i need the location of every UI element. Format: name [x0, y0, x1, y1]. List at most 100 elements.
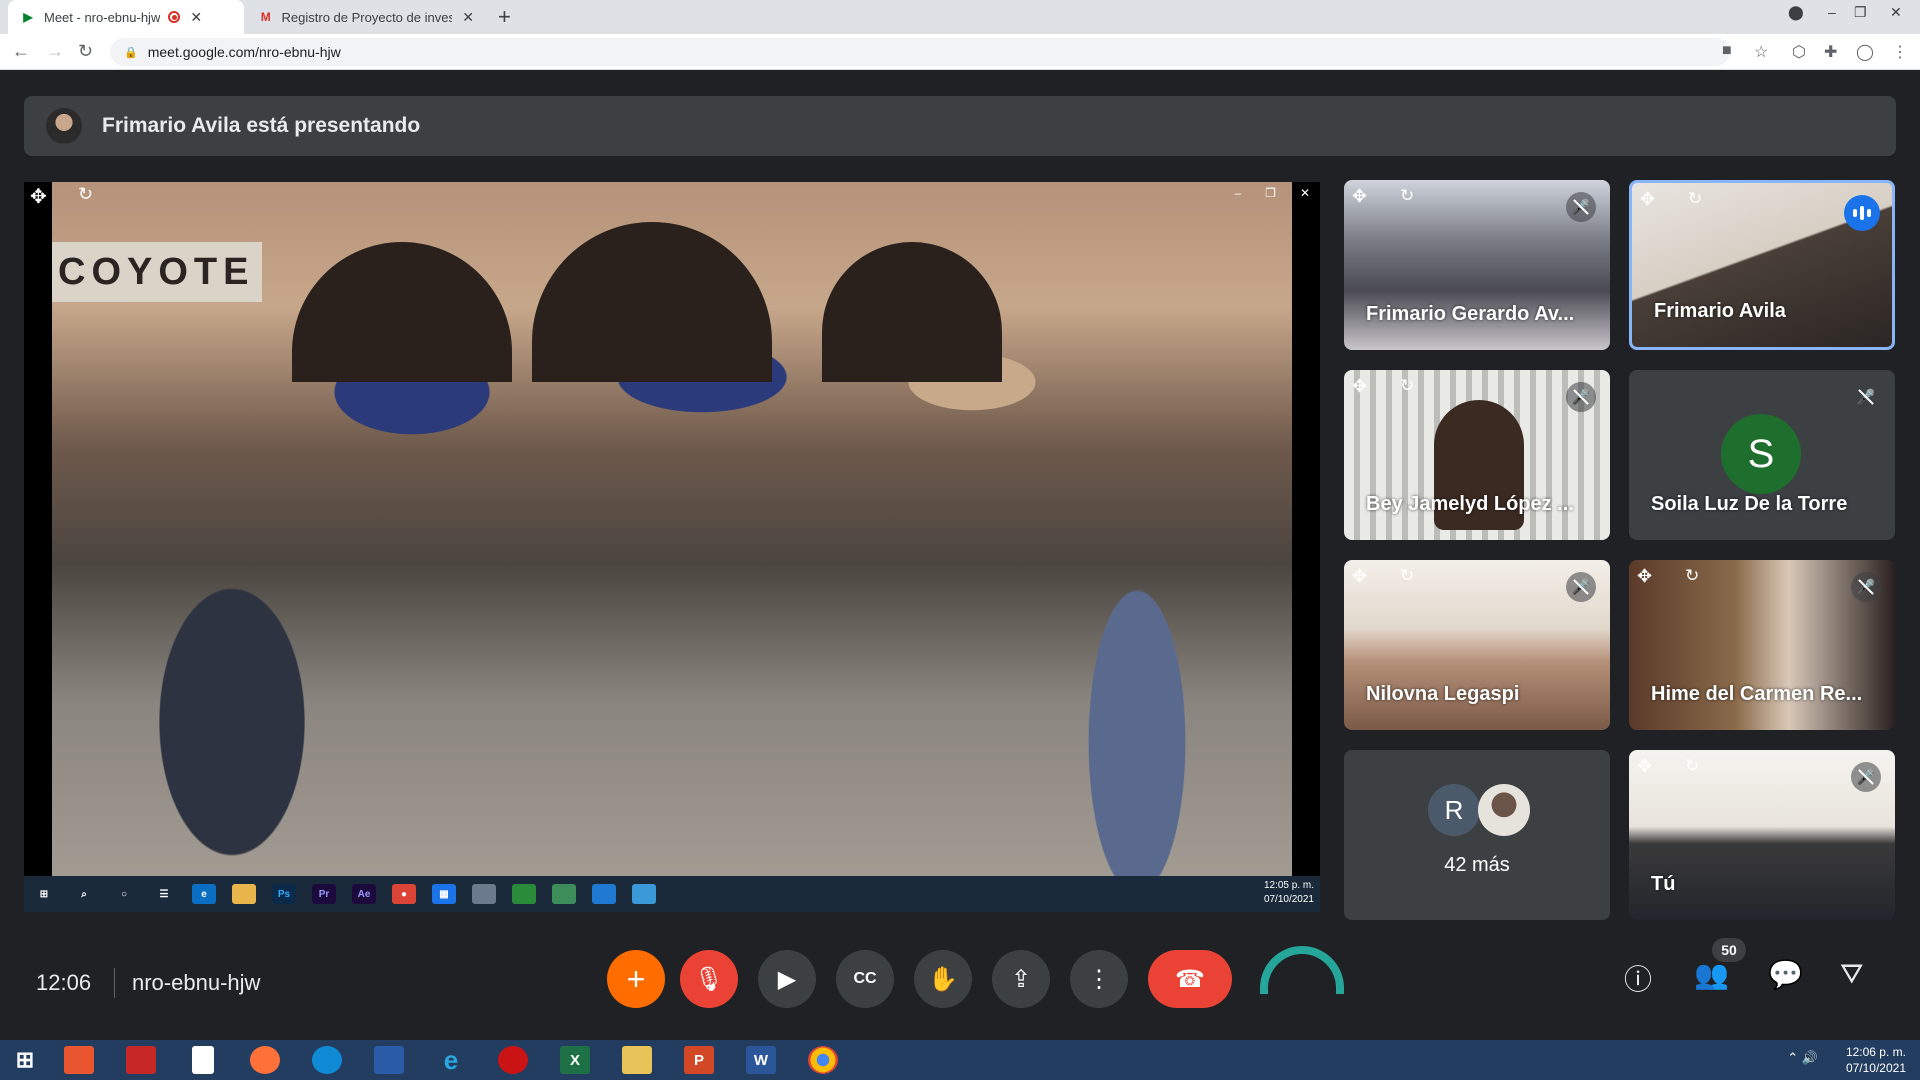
close-icon[interactable]: ✕ — [1300, 186, 1310, 200]
mic-toggle-button[interactable]: 🎙 — [680, 950, 738, 1008]
extensions-puzzle-icon[interactable]: ✚ — [1824, 42, 1837, 62]
participant-tile[interactable]: ✥ ↻ 🎤 Hime del Carmen Re... — [1629, 560, 1895, 730]
firefox-icon[interactable] — [250, 1046, 280, 1074]
more-vert-icon: ⋮ — [1087, 965, 1111, 993]
participant-tile[interactable]: ✥ ↻ 🎤 Bey Jamelyd López ... — [1344, 370, 1610, 540]
move-icon[interactable]: ✥ — [1352, 566, 1367, 587]
arch-shape — [822, 242, 1002, 382]
shared-taskbar: ⊞ ⌕ ○ ☰ e Ps Pr Ae ● ▦ 12:05 p. m. 07/10… — [24, 876, 1320, 912]
profile-avatar-icon[interactable]: ◯ — [1856, 42, 1874, 62]
bookmark-star-icon[interactable]: ☆ — [1754, 42, 1768, 62]
activities-icon[interactable]: ⛛ — [1840, 958, 1864, 991]
back-icon[interactable]: ← — [12, 41, 30, 62]
internet-explorer-icon[interactable]: e — [436, 1045, 466, 1075]
close-window-icon[interactable]: ✕ — [1890, 4, 1902, 21]
close-tab-icon[interactable]: ✕ — [190, 9, 202, 26]
shared-screen: COYOTE ✥ ↻ – ❐ ✕ ⊞ ⌕ ○ ☰ e Ps Pr Ae ● ▦ — [24, 182, 1320, 912]
meeting-code: nro-ebnu-hjw — [132, 970, 261, 995]
participant-name: Soila Luz De la Torre — [1651, 493, 1848, 515]
meeting-info-icon[interactable]: ⓘ — [1624, 958, 1652, 998]
shared-video-image: COYOTE — [52, 182, 1292, 876]
windows-taskbar: ⊞ e X P W ⌃ 🔊 12:06 p. m. 07/10/2021 — [0, 1040, 1920, 1080]
tab-registro[interactable]: M Registro de Proyecto de investig ✕ — [246, 0, 486, 34]
mic-off-icon: 🎤 — [1851, 572, 1881, 602]
edge-icon: e — [192, 884, 216, 904]
participant-tile[interactable]: S 🎤 Soila Luz De la Torre — [1629, 370, 1895, 540]
more-participants-tile[interactable]: R 42 más — [1344, 750, 1610, 920]
minimize-window-icon[interactable]: – — [1828, 4, 1836, 20]
move-icon[interactable]: ✥ — [1352, 376, 1367, 397]
leave-call-button[interactable]: ☎ — [1148, 950, 1232, 1008]
people-icon[interactable]: 👥 — [1694, 958, 1729, 991]
extension-gauge-icon[interactable] — [1260, 946, 1344, 994]
minimize-icon[interactable]: – — [1234, 186, 1241, 200]
participant-name: Bey Jamelyd López ... — [1366, 493, 1574, 515]
move-icon[interactable]: ✥ — [1640, 189, 1655, 210]
forward-icon[interactable]: → — [46, 41, 64, 62]
move-icon[interactable]: ✥ — [1637, 756, 1652, 777]
camera-toggle-button[interactable]: ▶ — [758, 950, 816, 1008]
move-icon[interactable]: ✥ — [1352, 186, 1367, 207]
captions-button[interactable]: CC — [836, 950, 894, 1008]
refresh-icon[interactable]: ↻ — [1685, 566, 1699, 586]
app-icon[interactable] — [64, 1046, 94, 1074]
chrome-icon[interactable] — [808, 1046, 838, 1074]
mic-off-icon: 🎤 — [1566, 382, 1596, 412]
add-activity-button[interactable]: + — [607, 950, 665, 1008]
refresh-icon[interactable]: ↻ — [1400, 376, 1414, 396]
camera-icon: ▶ — [777, 965, 797, 993]
windows-clock[interactable]: 12:06 p. m. 07/10/2021 — [1846, 1044, 1906, 1076]
cortana-icon: ○ — [120, 888, 128, 900]
close-tab-icon[interactable]: ✕ — [462, 9, 474, 26]
chat-icon[interactable]: 💬 — [1768, 958, 1803, 991]
camera-permission-icon[interactable]: ■ — [1722, 42, 1732, 60]
more-options-button[interactable]: ⋮ — [1070, 950, 1128, 1008]
app-icon — [512, 884, 536, 904]
powerpoint-icon[interactable]: P — [684, 1046, 714, 1074]
participant-name: Frimario Gerardo Av... — [1366, 303, 1575, 325]
chrome-menu-icon[interactable]: ⋮ — [1892, 42, 1908, 62]
document-icon[interactable] — [192, 1046, 214, 1074]
windows-start-icon[interactable]: ⊞ — [10, 1046, 40, 1074]
excel-icon[interactable]: X — [560, 1046, 590, 1074]
system-tray-icons[interactable]: ⌃ 🔊 — [1787, 1050, 1818, 1066]
app-icon[interactable] — [374, 1046, 404, 1074]
hand-icon: ✋ — [928, 965, 958, 993]
restore-icon[interactable]: ❐ — [1265, 186, 1276, 200]
file-explorer-icon[interactable] — [622, 1046, 652, 1074]
calendar-icon: ▦ — [432, 884, 456, 904]
browser-toolbar: ← → ↻ 🔒 meet.google.com/nro-ebnu-hjw ■ ☆… — [0, 34, 1920, 70]
participant-avatar: R — [1428, 784, 1480, 836]
participant-tile[interactable]: ✥ ↻ 🎤 Nilovna Legaspi — [1344, 560, 1610, 730]
url-text: meet.google.com/nro-ebnu-hjw — [147, 44, 341, 60]
task-view-icon: ☰ — [159, 888, 169, 900]
refresh-icon[interactable]: ↻ — [1400, 566, 1414, 586]
edge-icon[interactable] — [312, 1046, 342, 1074]
self-tile[interactable]: ✥ ↻ 🎤 Tú — [1629, 750, 1895, 920]
new-tab-button[interactable]: + — [498, 4, 511, 30]
present-screen-button[interactable]: ⇪ — [992, 950, 1050, 1008]
address-bar[interactable]: 🔒 meet.google.com/nro-ebnu-hjw — [110, 38, 1730, 66]
raise-hand-button[interactable]: ✋ — [914, 950, 972, 1008]
profile-menu-icon[interactable]: ⬤ — [1788, 4, 1804, 21]
reload-icon[interactable]: ↻ — [78, 41, 93, 62]
recording-indicator-icon — [168, 11, 181, 23]
extension-cube-icon[interactable]: ⬡ — [1792, 42, 1806, 62]
word-icon[interactable]: W — [746, 1046, 776, 1074]
move-icon[interactable]: ✥ — [1637, 566, 1652, 587]
meeting-time: 12:06 — [36, 970, 92, 995]
app-icon[interactable] — [126, 1046, 156, 1074]
move-icon[interactable]: ✥ — [30, 184, 47, 209]
participant-tile[interactable]: ✥ ↻ Frimario Avila — [1629, 180, 1895, 350]
refresh-icon[interactable]: ↻ — [78, 184, 93, 205]
refresh-icon[interactable]: ↻ — [1688, 189, 1702, 209]
refresh-icon[interactable]: ↻ — [1400, 186, 1414, 206]
refresh-icon[interactable]: ↻ — [1685, 756, 1699, 776]
opera-icon[interactable] — [498, 1046, 528, 1074]
tab-meet[interactable]: ▶ Meet - nro-ebnu-hjw ✕ — [8, 0, 244, 34]
participant-tile[interactable]: ✥ ↻ 🎤 Frimario Gerardo Av... — [1344, 180, 1610, 350]
windows-start-icon: ⊞ — [39, 888, 49, 900]
divider — [114, 968, 115, 998]
mic-off-icon: 🎤 — [1851, 382, 1881, 412]
restore-window-icon[interactable]: ❐ — [1854, 4, 1867, 21]
